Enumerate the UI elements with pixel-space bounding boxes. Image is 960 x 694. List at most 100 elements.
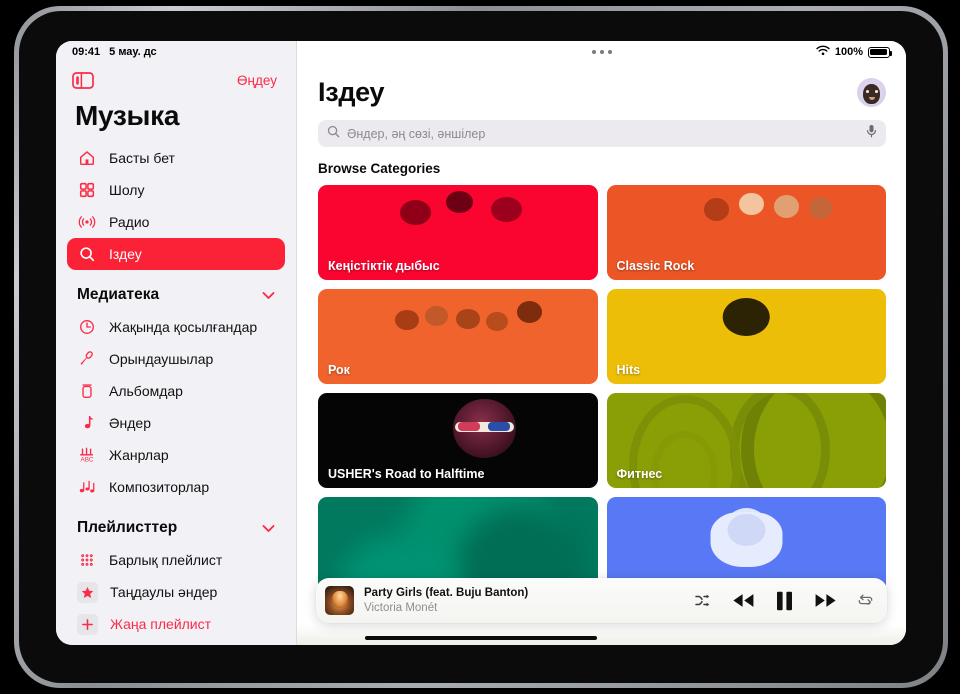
sidebar-item-genres[interactable]: ABC Жанрлар bbox=[67, 439, 285, 471]
card-artwork bbox=[607, 289, 887, 384]
search-input[interactable] bbox=[347, 126, 859, 141]
sidebar: 09:41 5 мау. дс Өңдеу Музыка Басты бет Ш… bbox=[56, 41, 297, 645]
library-title: Медиатека bbox=[77, 286, 160, 303]
playlists-nav: Барлық плейлист Таңдаулы әндер Жаңа плей… bbox=[56, 544, 296, 640]
sidebar-item-label: Жақында қосылғандар bbox=[109, 319, 258, 335]
repeat-icon[interactable] bbox=[858, 594, 873, 607]
sidebar-item-label: Жанрлар bbox=[109, 447, 169, 463]
multitasking-dots-icon[interactable] bbox=[591, 50, 612, 54]
category-label: Кеңістіктік дыбыс bbox=[328, 259, 440, 273]
chevron-down-icon[interactable] bbox=[262, 288, 275, 303]
sidebar-item-label: Басты бет bbox=[109, 150, 175, 166]
memoji-avatar[interactable] bbox=[857, 78, 886, 107]
pause-icon[interactable] bbox=[776, 591, 793, 611]
bottom-fade bbox=[297, 625, 906, 645]
category-label: USHER's Road to Halftime bbox=[328, 467, 485, 481]
playback-controls bbox=[695, 591, 873, 611]
sidebar-toggle-icon[interactable] bbox=[72, 72, 94, 89]
genres-icon: ABC bbox=[77, 445, 97, 465]
microphone-icon bbox=[77, 349, 97, 369]
sidebar-item-songs[interactable]: Әндер bbox=[67, 407, 285, 439]
edit-button[interactable]: Өңдеу bbox=[237, 73, 277, 88]
now-playing-title: Party Girls (feat. Buju Banton) bbox=[364, 587, 529, 600]
category-card[interactable]: USHER's Road to Halftime bbox=[318, 393, 598, 488]
category-card[interactable]: Рок bbox=[318, 289, 598, 384]
album-icon bbox=[77, 381, 97, 401]
library-nav: Жақында қосылғандар Орындаушылар Альбомд… bbox=[56, 311, 296, 503]
wifi-icon bbox=[816, 45, 830, 59]
playlist-grid-icon bbox=[77, 550, 97, 570]
category-card[interactable]: Кеңістіктік дыбыс bbox=[318, 185, 598, 280]
chevron-down-icon[interactable] bbox=[262, 521, 275, 536]
music-note-icon bbox=[77, 413, 97, 433]
avatar-face bbox=[863, 83, 880, 104]
device-bezel: 09:41 5 мау. дс Өңдеу Музыка Басты бет Ш… bbox=[19, 11, 943, 683]
sidebar-item-label: Орындаушылар bbox=[109, 351, 214, 367]
playlists-section-header[interactable]: Плейлисттер bbox=[56, 503, 296, 544]
playlists-title: Плейлисттер bbox=[77, 519, 178, 536]
battery-percent: 100% bbox=[834, 46, 863, 58]
sidebar-item-label: Композиторлар bbox=[109, 479, 210, 495]
page-title: Іздеу bbox=[318, 77, 385, 107]
category-card[interactable]: Фитнес bbox=[606, 393, 886, 488]
category-label: Фитнес bbox=[616, 467, 663, 481]
sidebar-item-favorite-songs[interactable]: Таңдаулы әндер bbox=[67, 576, 285, 608]
category-label: Classic Rock bbox=[616, 259, 695, 273]
status-time: 09:41 bbox=[72, 46, 101, 58]
sidebar-item-composers[interactable]: Композиторлар bbox=[67, 471, 285, 503]
category-label: Hits bbox=[616, 363, 641, 377]
fast-forward-icon[interactable] bbox=[814, 593, 837, 608]
category-card[interactable]: Hits bbox=[606, 289, 887, 384]
sidebar-item-label: Таңдаулы әндер bbox=[110, 584, 218, 600]
status-bar-right: 100% bbox=[297, 41, 906, 63]
device-frame: 09:41 5 мау. дс Өңдеу Музыка Басты бет Ш… bbox=[14, 6, 948, 688]
radio-waves-icon bbox=[77, 212, 97, 232]
sidebar-item-search[interactable]: Іздеу bbox=[67, 238, 285, 270]
search-icon bbox=[77, 244, 97, 264]
sidebar-item-label: Іздеу bbox=[109, 246, 142, 262]
now-playing-artist: Victoria Monét bbox=[364, 601, 438, 614]
house-icon bbox=[77, 148, 97, 168]
library-section-header[interactable]: Медиатека bbox=[56, 270, 296, 311]
battery-icon bbox=[868, 46, 892, 58]
microphone-icon[interactable] bbox=[866, 124, 877, 143]
sidebar-item-new-playlist[interactable]: Жаңа плейлист bbox=[67, 608, 285, 640]
sidebar-item-label: Жаңа плейлист bbox=[110, 616, 212, 632]
sidebar-item-all-playlists[interactable]: Барлық плейлист bbox=[67, 544, 285, 576]
shuffle-icon[interactable] bbox=[695, 594, 711, 607]
home-indicator[interactable] bbox=[365, 636, 597, 640]
status-bar: 09:41 5 мау. дс bbox=[56, 41, 296, 63]
sidebar-item-browse[interactable]: Шолу bbox=[67, 174, 285, 206]
category-card[interactable]: Classic Rock bbox=[606, 185, 886, 280]
status-date: 5 мау. дс bbox=[109, 46, 157, 58]
search-field[interactable] bbox=[318, 120, 886, 147]
primary-nav: Басты бет Шолу Радио Іздеу bbox=[56, 142, 296, 270]
category-grid: Кеңістіктік дыбыс Classic Rock Рок Hits … bbox=[297, 185, 906, 592]
sidebar-item-albums[interactable]: Альбомдар bbox=[67, 375, 285, 407]
sidebar-item-label: Альбомдар bbox=[109, 383, 183, 399]
rewind-icon[interactable] bbox=[732, 593, 755, 608]
sidebar-item-label: Әндер bbox=[109, 415, 152, 431]
main-content: 100% Іздеу Әндер, әң сөзі, әншілер Brows… bbox=[297, 41, 906, 645]
sidebar-item-artists[interactable]: Орындаушылар bbox=[67, 343, 285, 375]
category-label: Рок bbox=[328, 363, 350, 377]
screen: 09:41 5 мау. дс Өңдеу Музыка Басты бет Ш… bbox=[56, 41, 906, 645]
double-note-icon bbox=[77, 477, 97, 497]
sidebar-item-label: Барлық плейлист bbox=[109, 552, 223, 568]
sidebar-item-radio[interactable]: Радио bbox=[67, 206, 285, 238]
search-icon bbox=[327, 125, 340, 143]
now-playing-bar[interactable]: Party Girls (feat. Buju Banton) Victoria… bbox=[316, 578, 887, 623]
clock-icon bbox=[77, 317, 97, 337]
browse-categories-label: Browse Categories bbox=[318, 161, 441, 176]
plus-icon bbox=[77, 613, 98, 635]
now-playing-meta: Party Girls (feat. Buju Banton) Victoria… bbox=[364, 586, 528, 615]
sidebar-item-recently-added[interactable]: Жақында қосылғандар bbox=[67, 311, 285, 343]
star-icon bbox=[77, 581, 98, 603]
sidebar-item-label: Шолу bbox=[109, 182, 145, 198]
sidebar-item-home[interactable]: Басты бет bbox=[67, 142, 285, 174]
app-title: Музыка bbox=[75, 100, 180, 131]
album-artwork bbox=[325, 586, 354, 615]
svg-text:ABC: ABC bbox=[81, 456, 94, 463]
card-artwork bbox=[318, 289, 598, 384]
grid-squares-icon bbox=[77, 180, 97, 200]
